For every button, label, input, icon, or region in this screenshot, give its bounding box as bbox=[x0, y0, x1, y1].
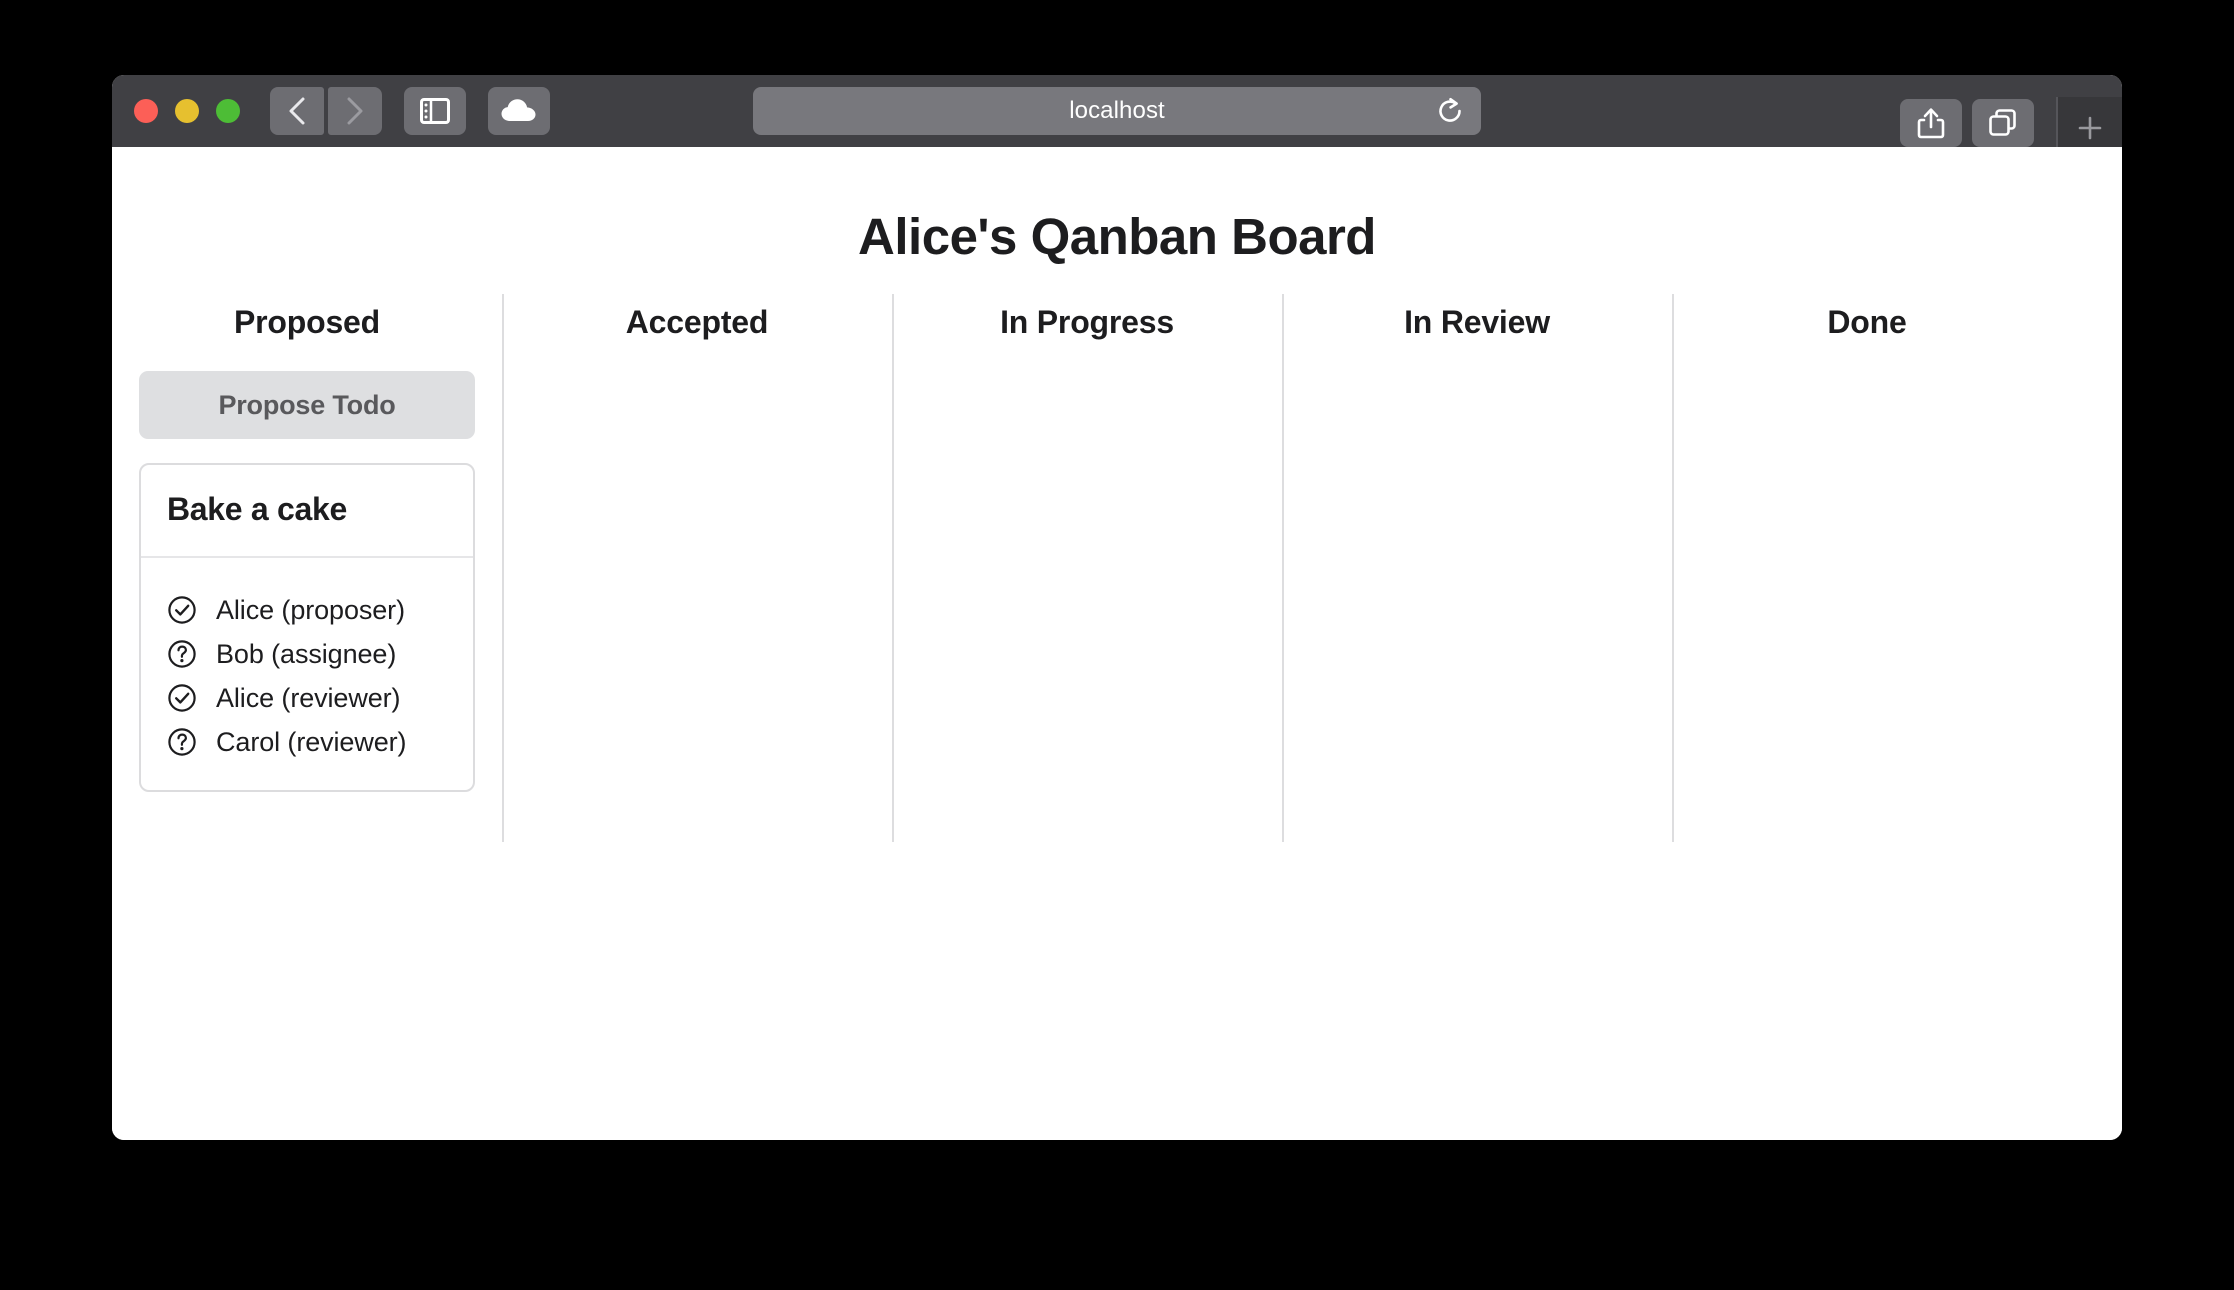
question-circle-icon bbox=[167, 727, 197, 757]
participant-name: Alice (reviewer) bbox=[216, 682, 401, 713]
tab-overview-icon bbox=[1989, 109, 2016, 136]
address-bar-container: localhost bbox=[753, 87, 1481, 135]
navigation-buttons bbox=[270, 87, 382, 135]
participant-name: Carol (reviewer) bbox=[216, 726, 407, 757]
sidebar-toggle-button[interactable] bbox=[404, 87, 466, 135]
chevron-left-icon bbox=[289, 97, 305, 125]
board-column-proposed: Proposed Propose Todo Bake a cake Alice … bbox=[112, 294, 502, 842]
question-circle-icon bbox=[167, 639, 197, 669]
plus-icon bbox=[2078, 116, 2102, 140]
check-circle-icon bbox=[167, 595, 197, 625]
window-controls bbox=[134, 99, 240, 123]
address-bar[interactable]: localhost bbox=[753, 87, 1481, 135]
url-text: localhost bbox=[1069, 97, 1165, 124]
column-title: In Progress bbox=[1000, 304, 1174, 340]
column-title: Done bbox=[1827, 304, 1907, 340]
reload-icon[interactable] bbox=[1437, 96, 1465, 126]
todo-card-title: Bake a cake bbox=[167, 491, 347, 527]
participant-row: Alice (reviewer) bbox=[141, 676, 473, 720]
participant-name: Bob (assignee) bbox=[216, 638, 397, 669]
browser-window: localhost Alice's Qanban Board Proposed … bbox=[112, 75, 2122, 1140]
check-circle-icon bbox=[167, 683, 197, 713]
participant-row: Alice (proposer) bbox=[141, 588, 473, 632]
board-column-done: Done bbox=[1672, 294, 2062, 842]
sidebar-toggle-icon bbox=[420, 98, 450, 124]
page-title: Alice's Qanban Board bbox=[858, 208, 1376, 265]
participant-row: Carol (reviewer) bbox=[141, 720, 473, 764]
icloud-icon bbox=[501, 99, 536, 121]
todo-card[interactable]: Bake a cake Alice (proposer) Bob (assign… bbox=[139, 463, 475, 792]
back-button[interactable] bbox=[270, 87, 324, 135]
board-column-in-progress: In Progress bbox=[892, 294, 1282, 842]
forward-button[interactable] bbox=[328, 87, 382, 135]
column-title: Accepted bbox=[625, 304, 769, 340]
participant-row: Bob (assignee) bbox=[141, 632, 473, 676]
close-window-button[interactable] bbox=[134, 99, 158, 123]
tab-overview-button[interactable] bbox=[1972, 99, 2034, 147]
minimize-window-button[interactable] bbox=[175, 99, 199, 123]
column-body: Propose Todo Bake a cake Alice (proposer… bbox=[136, 371, 478, 792]
todo-card-header: Bake a cake bbox=[141, 465, 473, 558]
column-title: Proposed bbox=[234, 304, 380, 340]
propose-todo-button[interactable]: Propose Todo bbox=[139, 371, 475, 439]
todo-card-participants: Alice (proposer) Bob (assignee) Alice (r… bbox=[141, 558, 473, 790]
chevron-right-icon bbox=[347, 97, 363, 125]
share-icon bbox=[1917, 108, 1945, 139]
maximize-window-button[interactable] bbox=[216, 99, 240, 123]
icloud-button[interactable] bbox=[488, 87, 550, 135]
page-content: Alice's Qanban Board Proposed Propose To… bbox=[112, 147, 2122, 1140]
board-column-accepted: Accepted bbox=[502, 294, 892, 842]
share-button[interactable] bbox=[1900, 99, 1962, 147]
kanban-board: Proposed Propose Todo Bake a cake Alice … bbox=[112, 294, 2122, 842]
column-title: In Review bbox=[1404, 304, 1550, 340]
browser-toolbar: localhost bbox=[112, 75, 2122, 159]
board-column-in-review: In Review bbox=[1282, 294, 1672, 842]
participant-name: Alice (proposer) bbox=[216, 594, 405, 625]
